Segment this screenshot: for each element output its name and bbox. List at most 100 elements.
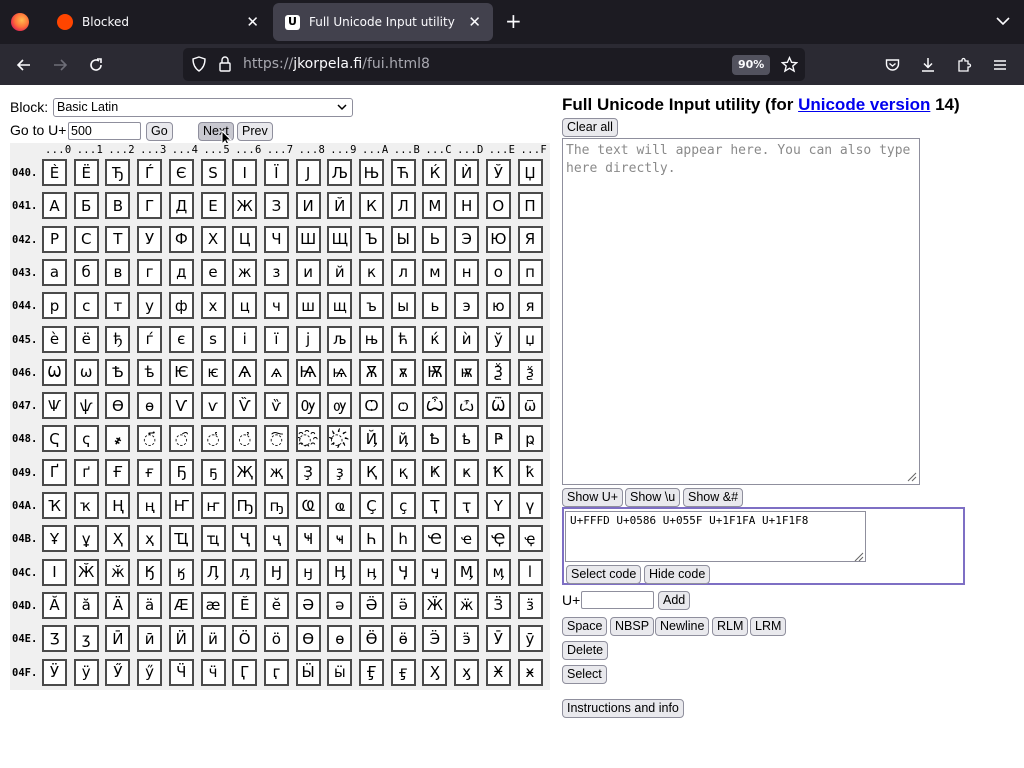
char-cell[interactable]: ѱ [73,392,99,420]
firefox-menu-icon[interactable] [11,13,29,31]
delete-button[interactable]: Delete [562,641,609,660]
char-cell[interactable]: ӂ [105,558,131,586]
char-cell[interactable]: Д [168,192,194,220]
char-cell[interactable]: д [168,258,194,286]
char-cell[interactable]: ю [485,292,511,320]
char-cell[interactable]: Ӫ [359,625,384,653]
char-cell[interactable]: ҥ [200,492,226,519]
char-cell[interactable]: ӌ [422,558,448,586]
char-cell[interactable]: Ѵ [168,392,194,420]
char-cell[interactable]: Ѷ [232,392,258,420]
char-cell[interactable]: Ӂ [73,558,99,586]
char-cell[interactable]: ӡ [73,625,99,653]
char-cell[interactable]: ѫ [390,358,416,386]
char-cell[interactable]: Р [42,225,67,253]
char-cell[interactable]: Ӥ [168,625,194,653]
char-cell[interactable]: Ѩ [295,358,321,386]
char-cell[interactable]: ҕ [200,458,226,486]
char-cell[interactable]: Ӛ [359,591,384,619]
downloads-button[interactable] [915,52,941,78]
char-cell[interactable]: Ѱ [42,392,67,420]
pocket-button[interactable] [879,52,905,78]
zoom-level-badge[interactable]: 90% [732,55,771,75]
go-button[interactable]: Go [146,122,173,141]
char-cell[interactable]: ӷ [263,658,289,686]
lock-icon[interactable] [218,56,232,72]
back-button[interactable] [11,52,37,78]
char-cell[interactable]: Ѝ [454,159,480,186]
char-cell[interactable]: и [295,258,321,286]
char-cell[interactable]: ӟ [517,591,543,619]
char-cell[interactable]: ѝ [454,325,480,353]
char-cell[interactable]: Ӭ [422,625,448,653]
char-cell[interactable]: Ҫ [359,492,384,519]
char-cell[interactable]: ђ [105,325,131,353]
char-cell[interactable]: Т [105,225,131,253]
char-cell[interactable]: Ұ [42,525,67,553]
char-cell[interactable]: ҍ [454,425,480,453]
shield-icon[interactable] [191,56,207,72]
char-cell[interactable]: Ӣ [105,625,131,653]
char-cell[interactable]: ҏ [517,425,543,453]
char-cell[interactable]: җ [263,458,289,486]
char-cell[interactable]: ѡ [73,358,99,386]
char-cell[interactable]: Ӻ [359,658,384,686]
newline-button[interactable]: Newline [655,617,710,636]
char-cell[interactable]: б [73,258,99,286]
close-tab-icon[interactable]: ✕ [468,14,481,30]
char-cell[interactable]: Ь [422,225,448,253]
char-cell[interactable]: Ӵ [168,658,194,686]
unicode-version-link[interactable]: Unicode version [798,95,930,114]
char-cell[interactable]: ѐ [42,325,67,353]
char-cell[interactable]: є [168,325,194,353]
app-menu-button[interactable] [987,52,1013,78]
char-cell[interactable]: ъ [359,292,384,320]
char-cell[interactable]: ҧ [263,492,289,519]
char-cell[interactable]: Ч [263,225,289,253]
char-cell[interactable]: ◌҈ [295,425,321,453]
char-cell[interactable]: ѻ [390,392,416,420]
char-cell[interactable]: ѩ [327,358,353,386]
char-cell[interactable]: Ҁ [42,425,67,453]
char-cell[interactable]: Ӳ [105,658,131,686]
char-cell[interactable]: Ғ [105,458,131,486]
char-cell[interactable]: Ө [295,625,321,653]
char-cell[interactable]: Ӌ [390,558,416,586]
char-cell[interactable]: Ӱ [42,658,67,686]
char-cell[interactable]: Ѽ [422,392,448,420]
char-cell[interactable]: Ӯ [485,625,511,653]
space-button[interactable]: Space [562,617,608,636]
char-cell[interactable]: ў [485,325,511,353]
prev-button[interactable]: Prev [237,122,273,141]
new-tab-icon[interactable]: + [505,11,522,31]
char-cell[interactable]: Ҭ [422,492,448,519]
char-cell[interactable]: Я [517,225,543,253]
char-cell[interactable]: ӗ [263,591,289,619]
char-cell[interactable]: ҝ [454,458,480,486]
char-cell[interactable]: ҁ [73,425,99,453]
char-cell[interactable]: Э [454,225,480,253]
char-cell[interactable]: п [517,258,543,286]
char-cell[interactable]: ї [263,325,289,353]
char-cell[interactable]: ү [517,492,543,519]
char-cell[interactable]: Ҥ [168,492,194,519]
char-cell[interactable]: ӵ [200,658,226,686]
output-textarea[interactable]: The text will appear here. You can also … [562,138,920,485]
char-cell[interactable]: Ӧ [232,625,258,653]
char-cell[interactable]: З [263,192,289,220]
char-cell[interactable]: ӱ [73,658,99,686]
char-cell[interactable]: Ѕ [200,159,226,186]
show-uplus-button[interactable]: Show U+ [562,488,624,507]
forward-button[interactable] [47,52,73,78]
char-cell[interactable]: А [42,192,67,220]
char-cell[interactable]: Ӿ [485,658,511,686]
char-cell[interactable]: Ќ [422,159,448,186]
char-cell[interactable]: Ј [295,159,321,186]
char-cell[interactable]: ӳ [137,658,163,686]
char-cell[interactable]: Ѓ [137,159,163,186]
char-cell[interactable]: Ъ [359,225,384,253]
char-cell[interactable]: ҳ [137,525,163,553]
char-cell[interactable]: Һ [359,525,384,553]
char-cell[interactable]: е [200,258,226,286]
char-cell[interactable]: Җ [232,458,258,486]
